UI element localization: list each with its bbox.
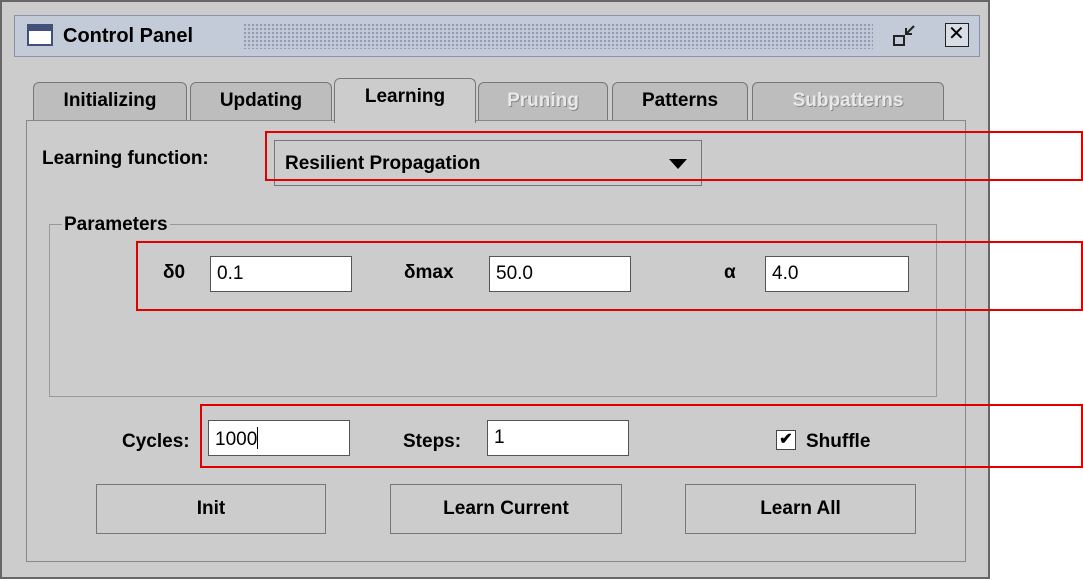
init-button[interactable]: Init [96,484,326,534]
annotation-box-parameters [136,241,1083,311]
window-icon [27,24,53,46]
title-bar-grip [243,23,873,49]
learn-current-button[interactable]: Learn Current [390,484,622,534]
tab-updating[interactable]: Updating [190,82,332,120]
parameters-title: Parameters [62,214,170,236]
window-title: Control Panel [63,25,194,47]
close-icon[interactable]: ✕ [945,23,969,47]
tab-patterns[interactable]: Patterns [612,82,748,120]
annotation-box-learning-function [265,131,1083,181]
cycles-label: Cycles: [122,431,190,452]
tab-learning[interactable]: Learning [334,78,476,123]
title-bar[interactable]: Control Panel ✕ [14,15,980,57]
tab-initializing[interactable]: Initializing [33,82,187,120]
annotation-box-cycles-steps [200,404,1083,468]
tab-subpatterns: Subpatterns [752,82,944,120]
learn-all-button[interactable]: Learn All [685,484,916,534]
learning-function-label: Learning function: [42,148,209,169]
tab-pruning: Pruning [478,82,608,120]
minimize-icon[interactable] [891,23,917,49]
